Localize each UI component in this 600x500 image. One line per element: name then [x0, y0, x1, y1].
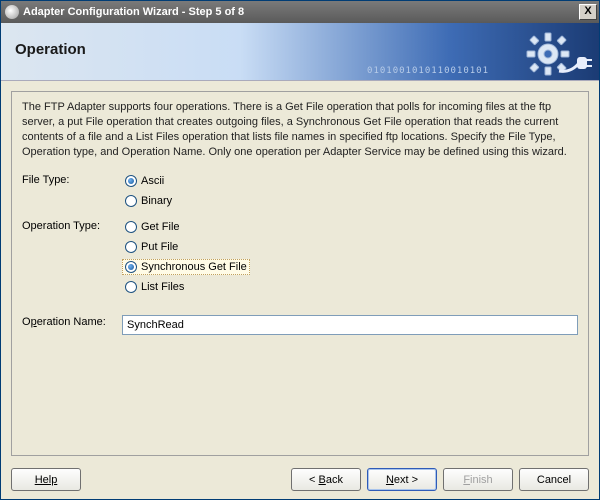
button-row: Help < Back Next > Finish Cancel: [1, 462, 599, 499]
plug-icon: [557, 53, 593, 75]
radio-label: Put File: [141, 241, 178, 253]
content-area: The FTP Adapter supports four operations…: [1, 81, 599, 462]
app-icon: [5, 5, 19, 19]
banner: Operation 0101001010110010101: [1, 23, 599, 81]
operation-type-label: Operation Type:: [22, 219, 122, 232]
page-title: Operation: [15, 41, 86, 58]
radio-put-file[interactable]: Put File: [122, 239, 250, 255]
file-type-group: Ascii Binary: [122, 173, 175, 209]
next-button[interactable]: Next >: [367, 468, 437, 491]
radio-icon: [125, 195, 137, 207]
radio-icon: [125, 281, 137, 293]
help-button[interactable]: Help: [11, 468, 81, 491]
radio-list-files[interactable]: List Files: [122, 279, 250, 295]
radio-icon: [125, 221, 137, 233]
radio-label: Ascii: [141, 175, 164, 187]
radio-binary[interactable]: Binary: [122, 193, 175, 209]
radio-get-file[interactable]: Get File: [122, 219, 250, 235]
radio-label: Synchronous Get File: [141, 261, 247, 273]
window-title: Adapter Configuration Wizard - Step 5 of…: [23, 6, 579, 18]
radio-label: Binary: [141, 195, 172, 207]
radio-synchronous-get-file[interactable]: Synchronous Get File: [122, 259, 250, 275]
operation-name-row: Operation Name:: [22, 315, 578, 335]
file-type-label: File Type:: [22, 173, 122, 186]
finish-button: Finish: [443, 468, 513, 491]
form-panel: The FTP Adapter supports four operations…: [11, 91, 589, 456]
radio-icon: [125, 175, 137, 187]
file-type-row: File Type: Ascii Binary: [22, 173, 578, 209]
radio-ascii[interactable]: Ascii: [122, 173, 175, 189]
operation-type-row: Operation Type: Get File Put File Synchr…: [22, 219, 578, 295]
operation-name-input[interactable]: [122, 315, 578, 335]
wizard-window: Adapter Configuration Wizard - Step 5 of…: [0, 0, 600, 500]
radio-label: Get File: [141, 221, 180, 233]
operation-type-group: Get File Put File Synchronous Get File L…: [122, 219, 250, 295]
radio-icon: [125, 261, 137, 273]
radio-icon: [125, 241, 137, 253]
operation-name-label: Operation Name:: [22, 315, 122, 328]
radio-label: List Files: [141, 281, 184, 293]
close-button[interactable]: X: [579, 4, 597, 20]
cancel-button[interactable]: Cancel: [519, 468, 589, 491]
titlebar: Adapter Configuration Wizard - Step 5 of…: [1, 1, 599, 23]
decorative-bits: 0101001010110010101: [367, 66, 489, 76]
back-button[interactable]: < Back: [291, 468, 361, 491]
description-text: The FTP Adapter supports four operations…: [22, 100, 578, 159]
